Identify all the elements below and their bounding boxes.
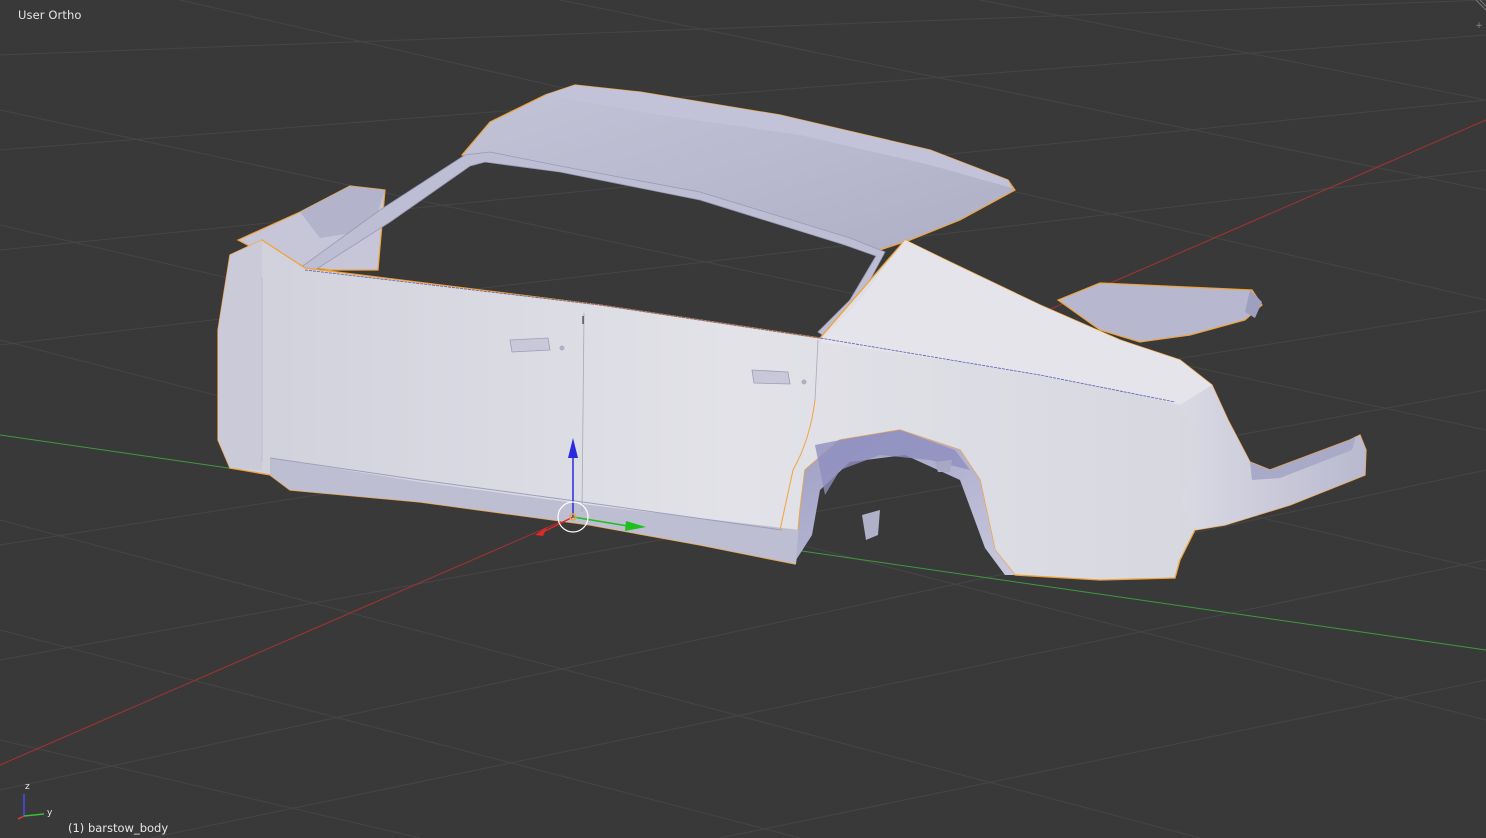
axis-z-label: z (25, 782, 30, 792)
viewport-scene[interactable] (0, 0, 1486, 838)
axis-y-label: y (47, 808, 53, 818)
3d-viewport[interactable]: User Ortho + z y (1) barstow_body (0, 0, 1486, 838)
view-label: User Ortho (18, 8, 82, 22)
area-split-corner-icon[interactable] (1472, 0, 1486, 14)
active-object-label: (1) barstow_body (68, 821, 169, 835)
car-body-model[interactable] (217, 84, 1367, 581)
properties-toggle-icon[interactable]: + (1474, 21, 1484, 31)
axis-orientation-widget: z y (17, 782, 53, 820)
